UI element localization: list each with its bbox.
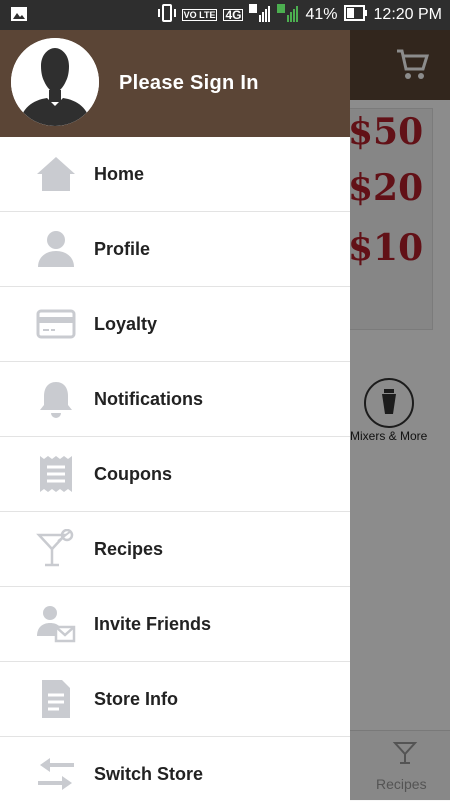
menu-label-home: Home: [94, 163, 145, 184]
menu-label-recipes: Recipes: [94, 538, 164, 559]
clock: 12:20 PM: [373, 6, 442, 23]
profile-icon: [36, 229, 76, 269]
drawer-menu: Home Profile Loyalty Notifications Coupo…: [0, 137, 350, 800]
avatar-placeholder-icon[interactable]: [11, 38, 99, 126]
menu-label-invite-friends: Invite Friends: [94, 613, 212, 634]
menu-item-home[interactable]: Home: [0, 137, 350, 212]
bell-icon: [36, 379, 76, 419]
swap-icon: [36, 754, 76, 794]
vibrate-icon: [157, 3, 176, 28]
network-type: 4G: [223, 8, 244, 22]
sign-in-prompt[interactable]: Please Sign In: [119, 72, 259, 95]
menu-label-switch-store: Switch Store: [94, 763, 204, 784]
menu-label-loyalty: Loyalty: [94, 313, 158, 334]
menu-item-notifications[interactable]: Notifications: [0, 362, 350, 437]
battery-icon: [343, 4, 368, 26]
menu-label-store-info: Store Info: [94, 688, 178, 709]
status-bar: VO LTE 4G 41% 12:20 PM: [0, 0, 450, 30]
menu-item-invite-friends[interactable]: Invite Friends: [0, 587, 350, 662]
home-icon: [36, 154, 76, 194]
signal-sim2-icon: [277, 3, 299, 28]
menu-label-notifications: Notifications: [94, 388, 204, 409]
menu-item-loyalty[interactable]: Loyalty: [0, 287, 350, 362]
drawer-header: Please Sign In: [0, 30, 350, 137]
volte-badge: VO LTE: [181, 9, 218, 21]
menu-label-profile: Profile: [94, 238, 151, 259]
signal-sim1-icon: [249, 3, 271, 28]
menu-item-switch-store[interactable]: Switch Store: [0, 737, 350, 800]
menu-item-coupons[interactable]: Coupons: [0, 437, 350, 512]
battery-percent: 41%: [305, 6, 338, 23]
cocktail-icon: [36, 529, 76, 569]
menu-label-coupons: Coupons: [94, 463, 172, 484]
menu-item-profile[interactable]: Profile: [0, 212, 350, 287]
card-icon: [36, 304, 76, 344]
navigation-drawer: Please Sign In Home Profile Loyalty Noti…: [0, 30, 350, 800]
menu-item-store-info[interactable]: Store Info: [0, 662, 350, 737]
document-icon: [36, 679, 76, 719]
menu-item-recipes[interactable]: Recipes: [0, 512, 350, 587]
invite-icon: [36, 604, 76, 644]
gallery-notification-icon: [10, 5, 28, 28]
coupon-icon: [36, 454, 76, 494]
